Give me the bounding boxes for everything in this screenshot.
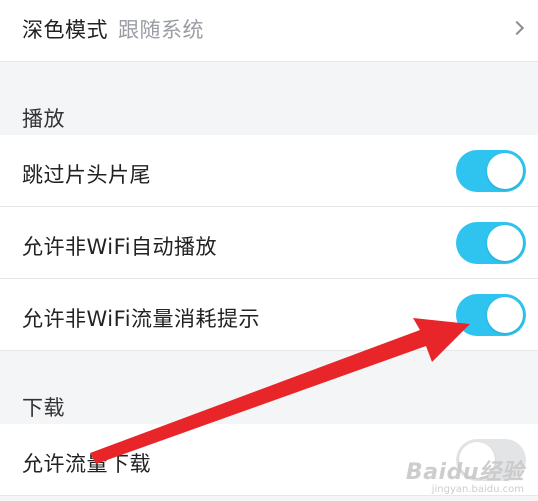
dark-mode-row[interactable]: 深色模式 跟随系统 bbox=[0, 0, 538, 62]
toggle-knob bbox=[459, 442, 495, 478]
dark-mode-label: 深色模式 bbox=[22, 18, 108, 42]
non-wifi-data-warning-row: 允许非WiFi流量消耗提示 bbox=[0, 279, 538, 351]
cellular-download-toggle[interactable] bbox=[456, 439, 526, 481]
cellular-download-row: 允许流量下载 bbox=[0, 424, 538, 496]
chevron-right-icon bbox=[509, 20, 525, 36]
section-title-download: 下载 bbox=[22, 396, 65, 420]
non-wifi-data-warning-label: 允许非WiFi流量消耗提示 bbox=[22, 307, 261, 331]
toggle-knob bbox=[487, 297, 523, 333]
toggle-knob bbox=[487, 225, 523, 261]
autoplay-non-wifi-label: 允许非WiFi自动播放 bbox=[22, 235, 218, 259]
autoplay-non-wifi-toggle[interactable] bbox=[456, 222, 526, 264]
skip-intro-outro-label: 跳过片头片尾 bbox=[22, 163, 151, 187]
toggle-knob bbox=[487, 153, 523, 189]
section-title-playback: 播放 bbox=[22, 107, 65, 131]
skip-intro-outro-row: 跳过片头片尾 bbox=[0, 135, 538, 207]
cellular-download-label: 允许流量下载 bbox=[22, 452, 151, 476]
settings-page: 深色模式 跟随系统 播放 跳过片头片尾 允许非WiFi自动播放 允许非WiFi流… bbox=[0, 0, 538, 501]
skip-intro-outro-toggle[interactable] bbox=[456, 150, 526, 192]
non-wifi-data-warning-toggle[interactable] bbox=[456, 294, 526, 336]
autoplay-non-wifi-row: 允许非WiFi自动播放 bbox=[0, 207, 538, 279]
dark-mode-value: 跟随系统 bbox=[118, 18, 204, 42]
